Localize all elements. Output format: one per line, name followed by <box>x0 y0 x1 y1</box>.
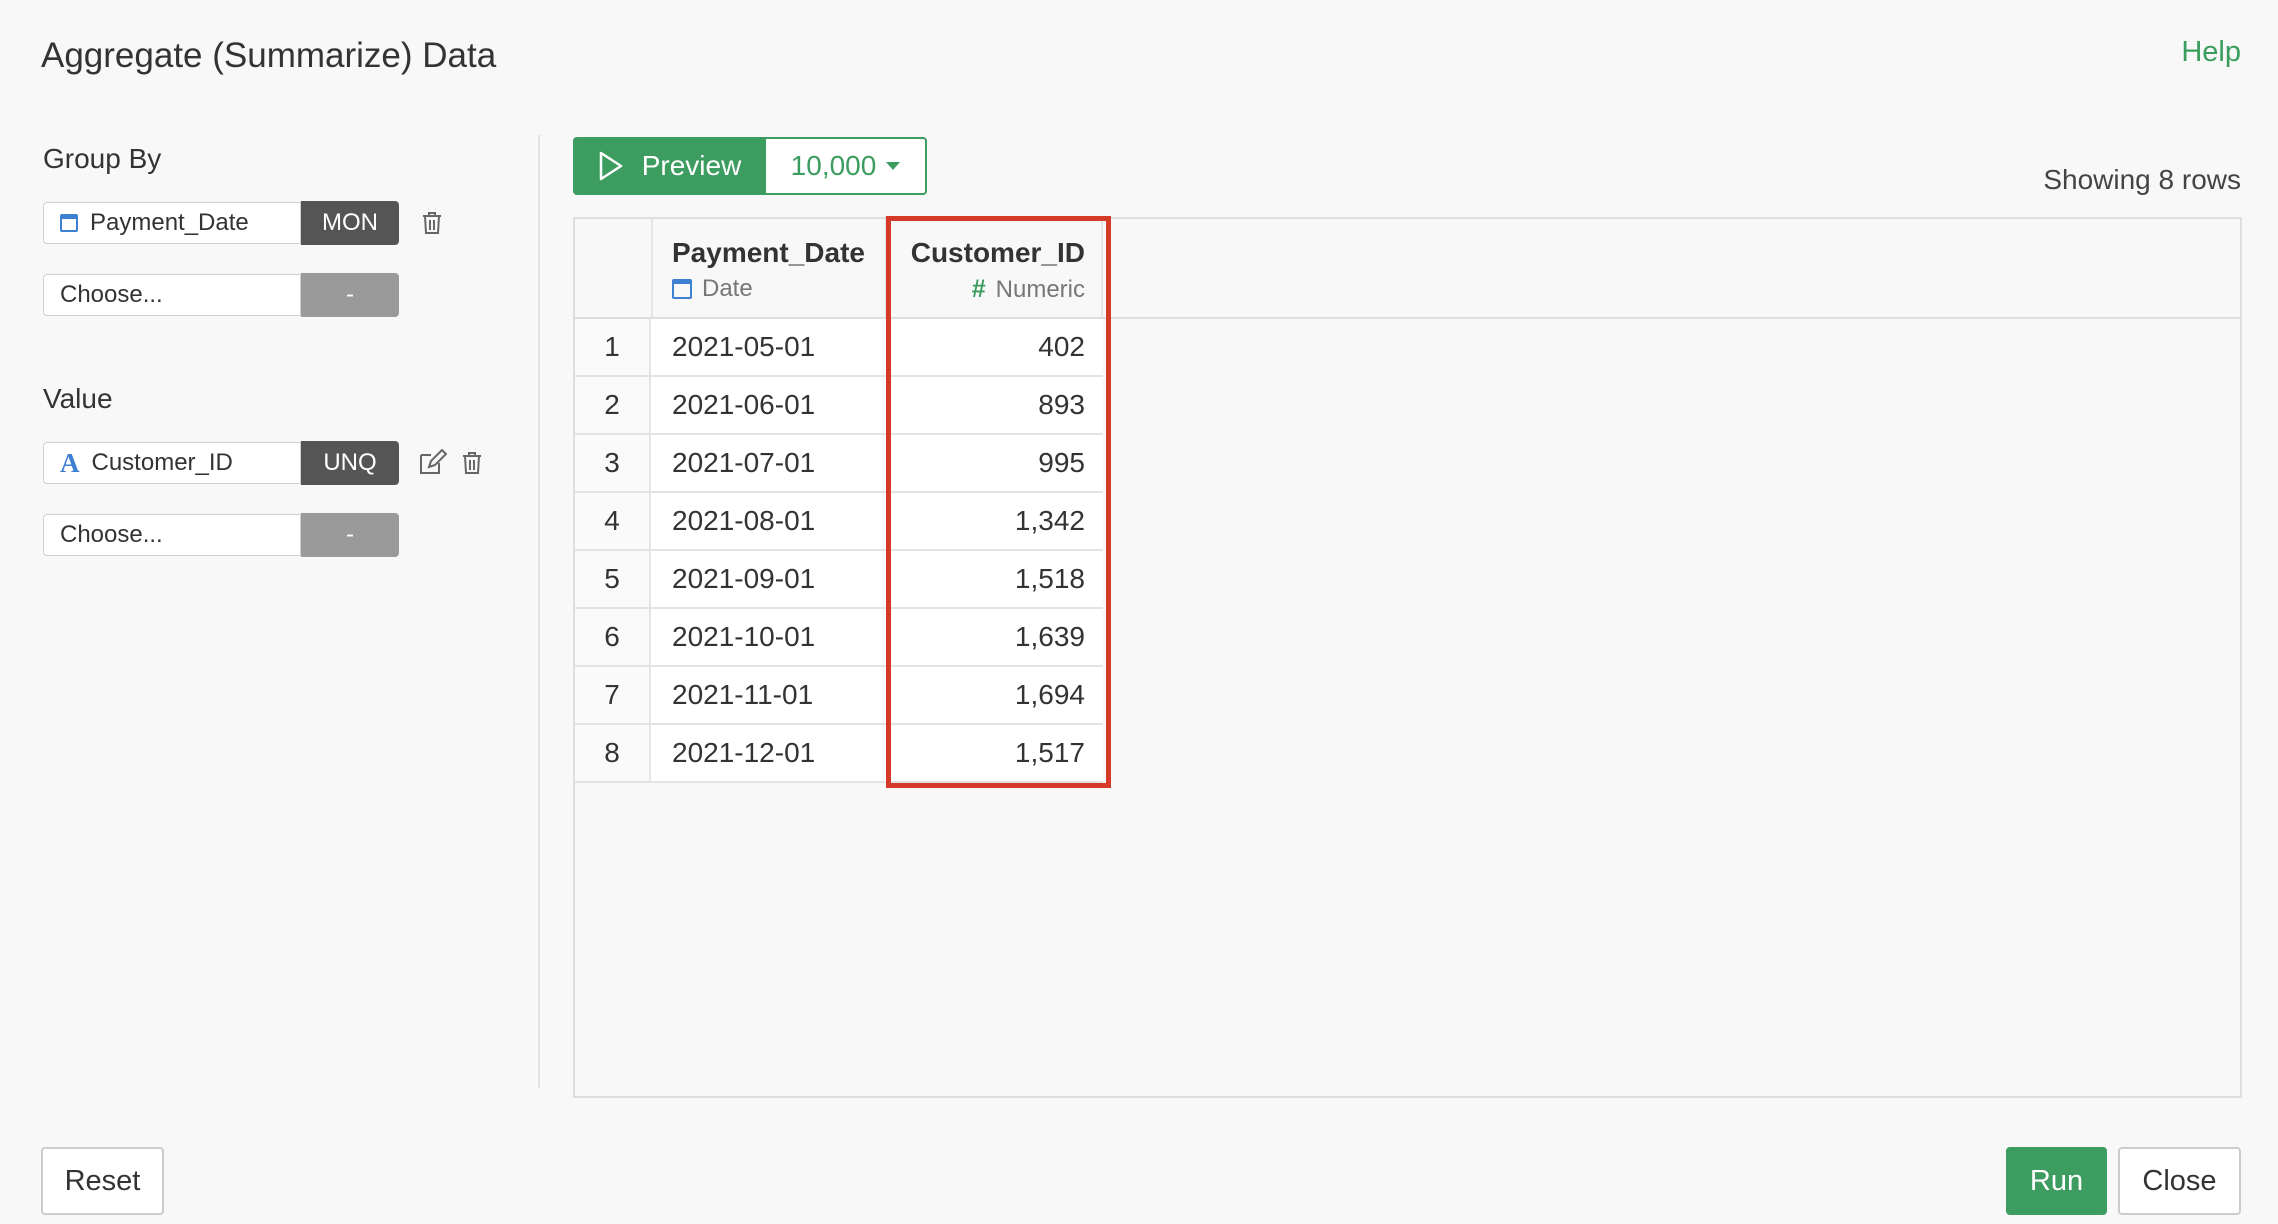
group-by-field-name: Payment_Date <box>90 209 249 236</box>
table-row: 8 2021-12-01 1,517 <box>575 725 1103 783</box>
trash-icon[interactable] <box>457 448 487 478</box>
cell-payment-date: 2021-07-01 <box>672 447 816 478</box>
cell-payment-date: 2021-05-01 <box>672 331 816 362</box>
preview-rows-dropdown[interactable]: 10,000 <box>766 137 927 195</box>
row-count-status: Showing 8 rows <box>2043 164 2241 195</box>
cell-customer-id: 1,694 <box>1014 679 1085 710</box>
table-header: Payment_Date Date Customer_ID # Numeric <box>575 219 2240 319</box>
group-by-field-selector[interactable]: Payment_Date <box>43 202 301 244</box>
column-name: Customer_ID <box>910 237 1085 268</box>
cell-customer-id: 893 <box>1038 389 1085 420</box>
table-row: 2 2021-06-01 893 <box>575 377 1103 435</box>
cell-customer-id: 1,342 <box>1014 505 1085 536</box>
row-index: 4 <box>575 493 651 549</box>
cell-payment-date: 2021-09-01 <box>672 563 816 594</box>
value-choose-tag[interactable]: - <box>301 513 399 557</box>
row-index: 3 <box>575 435 651 491</box>
chevron-down-icon <box>886 162 901 170</box>
panel-divider <box>538 135 540 1088</box>
table-row: 5 2021-09-01 1,518 <box>575 551 1103 609</box>
column-type: Numeric <box>995 275 1085 303</box>
group-by-choose-selector[interactable]: Choose... <box>43 274 301 316</box>
group-by-choose-row: Choose... - <box>43 273 399 317</box>
row-index: 8 <box>575 725 651 781</box>
value-function-tag[interactable]: UNQ <box>301 441 399 485</box>
group-by-choose-tag[interactable]: - <box>301 273 399 317</box>
value-choose-row: Choose... - <box>43 513 399 557</box>
column-name: Payment_Date <box>672 237 865 268</box>
cell-payment-date: 2021-08-01 <box>672 505 816 536</box>
column-type: Date <box>702 275 753 302</box>
preview-table: Payment_Date Date Customer_ID # Numeric … <box>573 217 2242 1098</box>
table-row: 4 2021-08-01 1,342 <box>575 493 1103 551</box>
value-label: Value <box>43 383 113 414</box>
cell-payment-date: 2021-10-01 <box>672 621 816 652</box>
numeric-hash-icon: # <box>971 275 986 303</box>
value-field-selector[interactable]: A Customer_ID <box>43 442 301 484</box>
cell-customer-id: 1,518 <box>1014 563 1085 594</box>
row-index: 2 <box>575 377 651 433</box>
column-header-customer-id[interactable]: Customer_ID # Numeric <box>887 219 1103 317</box>
dialog-title: Aggregate (Summarize) Data <box>41 36 497 75</box>
table-row: 6 2021-10-01 1,639 <box>575 609 1103 667</box>
row-index: 1 <box>575 319 651 375</box>
edit-icon[interactable] <box>417 448 447 478</box>
value-choose-selector[interactable]: Choose... <box>43 514 301 556</box>
group-by-function-tag[interactable]: MON <box>301 201 399 245</box>
cell-payment-date: 2021-11-01 <box>672 679 814 710</box>
help-link[interactable]: Help <box>2181 36 2241 69</box>
string-type-icon: A <box>60 447 80 478</box>
cell-payment-date: 2021-06-01 <box>672 389 816 420</box>
row-index: 7 <box>575 667 651 723</box>
cell-customer-id: 1,517 <box>1014 737 1085 768</box>
table-row: 7 2021-11-01 1,694 <box>575 667 1103 725</box>
row-index: 6 <box>575 609 651 665</box>
calendar-icon <box>60 214 78 232</box>
preview-button[interactable]: Preview <box>573 137 766 195</box>
cell-customer-id: 995 <box>1038 447 1085 478</box>
preview-button-group: Preview 10,000 <box>573 137 927 195</box>
close-button[interactable]: Close <box>2118 1147 2241 1215</box>
cell-customer-id: 1,639 <box>1014 621 1085 652</box>
value-field-row: A Customer_ID UNQ <box>43 441 487 485</box>
run-button[interactable]: Run <box>2006 1147 2107 1215</box>
calendar-icon <box>672 279 692 299</box>
group-by-label: Group By <box>43 143 162 174</box>
table-row: 1 2021-05-01 402 <box>575 319 1103 377</box>
preview-label: Preview <box>641 150 742 181</box>
preview-rows-value: 10,000 <box>790 150 877 181</box>
header-index-cell <box>575 219 653 317</box>
value-field-name: Customer_ID <box>91 449 233 476</box>
column-header-payment-date[interactable]: Payment_Date Date <box>653 219 887 317</box>
table-row: 3 2021-07-01 995 <box>575 435 1103 493</box>
group-by-field-row: Payment_Date MON <box>43 201 447 245</box>
row-index: 5 <box>575 551 651 607</box>
play-icon <box>598 151 624 181</box>
cell-customer-id: 402 <box>1038 331 1085 362</box>
trash-icon[interactable] <box>417 208 447 238</box>
reset-button[interactable]: Reset <box>41 1147 164 1215</box>
cell-payment-date: 2021-12-01 <box>672 737 816 768</box>
